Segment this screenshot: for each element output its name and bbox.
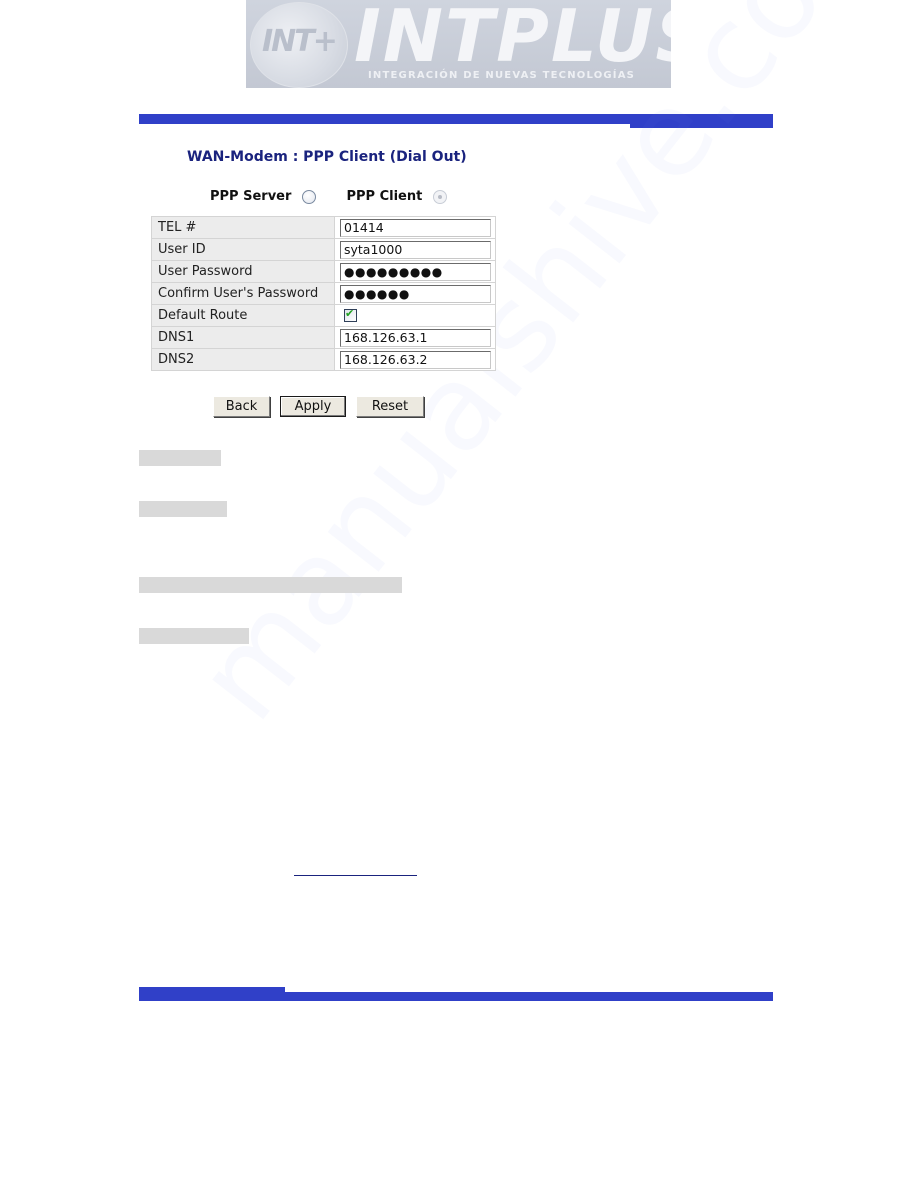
ppp-client-label: PPP Client xyxy=(346,189,423,204)
user-id-label: User ID xyxy=(151,238,335,261)
mode-selector: PPP Server PPP Client xyxy=(210,189,447,204)
tel-label: TEL # xyxy=(151,216,335,239)
dns2-input[interactable] xyxy=(340,350,491,369)
page-title: WAN-Modem : PPP Client (Dial Out) xyxy=(187,149,467,165)
logo-tagline: INTEGRACIÓN DE NUEVAS TECNOLOGÍAS xyxy=(368,70,636,81)
back-button[interactable]: Back xyxy=(213,396,270,417)
default-route-checkbox[interactable]: ✔ xyxy=(344,307,357,322)
dns2-label: DNS2 xyxy=(151,348,335,371)
apply-button[interactable]: Apply xyxy=(280,396,346,417)
ppp-server-radio[interactable] xyxy=(301,189,316,204)
ppp-client-radio[interactable] xyxy=(432,189,447,204)
tel-input[interactable] xyxy=(340,218,491,237)
table-row: Default Route ✔ xyxy=(151,304,496,327)
watermark: manualshive.com xyxy=(170,0,918,745)
redacted-heading-block xyxy=(139,577,402,593)
confirm-password-input[interactable] xyxy=(340,284,491,303)
checkmark-icon: ✔ xyxy=(345,307,355,320)
redacted-heading-block xyxy=(139,450,221,466)
header-bar xyxy=(139,114,773,124)
user-password-input[interactable] xyxy=(340,262,491,281)
redacted-heading-block xyxy=(139,501,227,517)
header-bar-tab xyxy=(630,124,773,128)
reset-button[interactable]: Reset xyxy=(356,396,424,417)
ppp-client-settings-table: TEL # User ID User Password Confirm User… xyxy=(151,216,496,371)
logo-mark: INT+ xyxy=(262,24,338,59)
table-row: User Password xyxy=(151,260,496,283)
default-route-label: Default Route xyxy=(151,304,335,327)
dns1-label: DNS1 xyxy=(151,326,335,349)
ppp-server-label: PPP Server xyxy=(210,189,292,204)
hyperlink-underline[interactable] xyxy=(294,875,417,876)
confirm-password-label: Confirm User's Password xyxy=(151,282,335,305)
table-row: DNS2 xyxy=(151,348,496,371)
table-row: TEL # xyxy=(151,216,496,239)
redacted-heading-block xyxy=(139,628,249,644)
logo-brand: INTPLUS xyxy=(354,0,671,78)
intplus-logo: INT+ INTPLUS INTEGRACIÓN DE NUEVAS TECNO… xyxy=(246,0,671,88)
table-row: Confirm User's Password xyxy=(151,282,496,305)
footer-bar xyxy=(139,992,773,1001)
dns1-input[interactable] xyxy=(340,328,491,347)
user-password-label: User Password xyxy=(151,260,335,283)
table-row: DNS1 xyxy=(151,326,496,349)
user-id-input[interactable] xyxy=(340,240,491,259)
table-row: User ID xyxy=(151,238,496,261)
